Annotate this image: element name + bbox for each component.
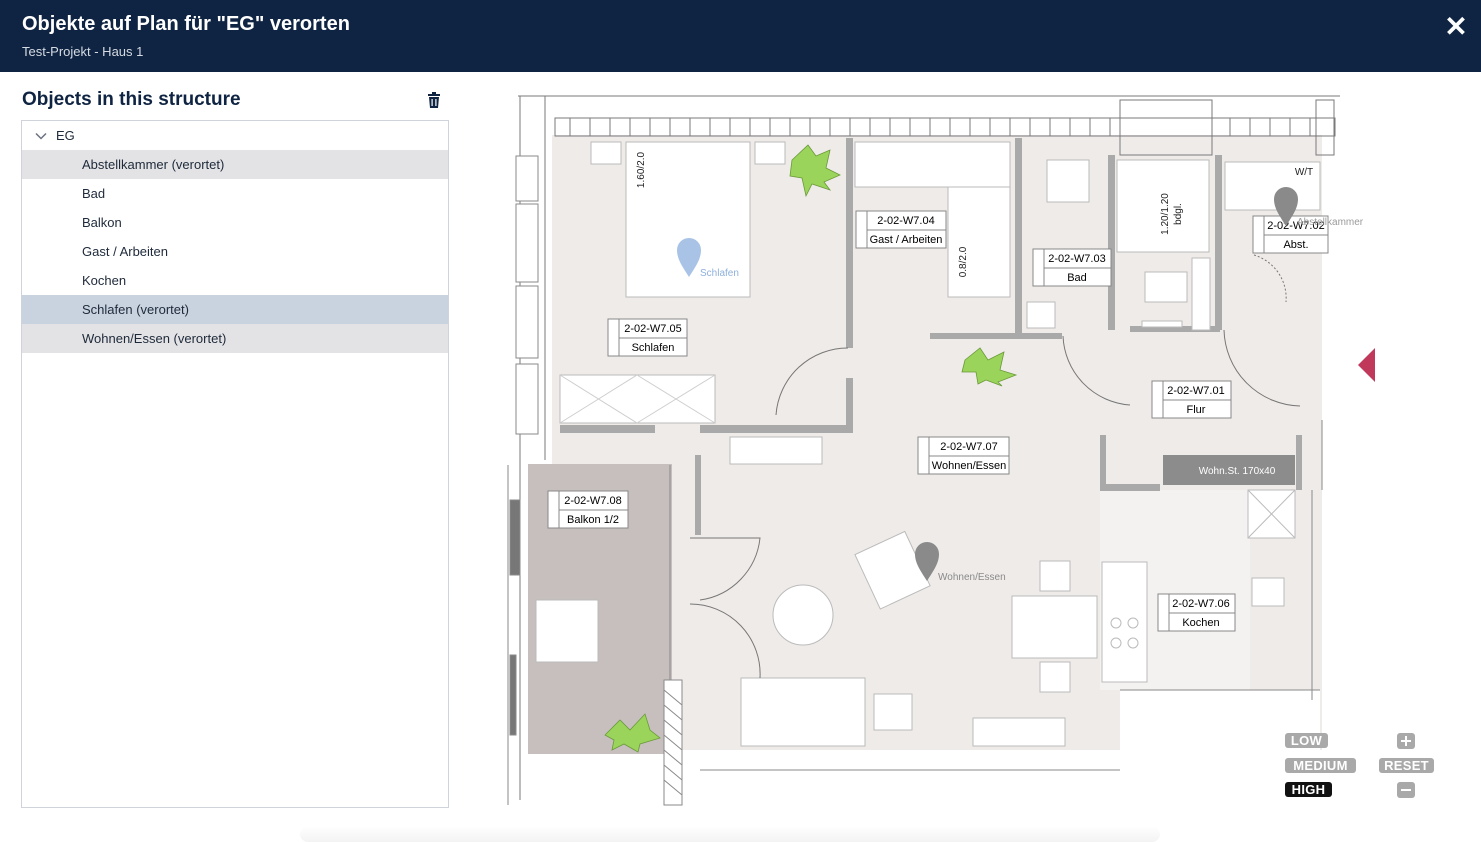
room-tag[interactable]: 2-02-W7.05 Schlafen (607, 318, 688, 357)
room-name: Wohnen/Essen (932, 460, 1006, 472)
tree-item-bad[interactable]: Bad (22, 179, 448, 208)
tree-item-label: Kochen (82, 273, 127, 288)
room-name: Balkon 1/2 (567, 514, 619, 526)
tree-item-schlafen[interactable]: Schlafen (verortet) (22, 295, 448, 324)
tree-item-label: Schlafen (verortet) (82, 302, 189, 317)
tree-root-eg[interactable]: EG (22, 121, 448, 150)
room-number: 2-02-W7.08 (564, 495, 621, 507)
shower-size-label: 1.20/1.20 (1160, 193, 1171, 235)
zoom-in-button[interactable] (1397, 733, 1415, 749)
tree-root-label: EG (56, 128, 75, 143)
chevron-down-icon[interactable] (34, 129, 48, 143)
bed-size-label: 1.60/2.0 (636, 151, 647, 188)
zoom-out-button[interactable] (1397, 782, 1415, 798)
room-tag[interactable]: 2-02-W7.04 Gast / Arbeiten (855, 210, 947, 249)
room-number: 2-02-W7.07 (940, 441, 997, 453)
marker-label: Schlafen (700, 268, 739, 279)
quality-medium-button[interactable]: MEDIUM (1285, 758, 1356, 773)
tree-item-wohnen-essen[interactable]: Wohnen/Essen (verortet) (22, 324, 448, 353)
modal-footer (300, 826, 1160, 842)
room-tag[interactable]: 2-02-W7.01 Flur (1151, 380, 1232, 419)
room-number: 2-02-W7.06 (1172, 598, 1229, 610)
wt-label: W/T (1295, 167, 1313, 178)
room-number: 2-02-W7.05 (624, 323, 681, 335)
zoom-reset-button[interactable]: RESET (1379, 758, 1434, 773)
room-tag[interactable]: 2-02-W7.07 Wohnen/Essen (917, 436, 1010, 475)
guest-bed-size-label: 0.8/2.0 (958, 246, 969, 277)
marker-label: Abstellkammer (1297, 217, 1364, 228)
tree-item-label: Bad (82, 186, 106, 201)
room-number: 2-02-W7.01 (1167, 385, 1224, 397)
tree-item-abstellkammer[interactable]: Abstellkammer (verortet) (22, 150, 448, 179)
room-tag[interactable]: 2-02-W7.08 Balkon 1/2 (547, 490, 629, 529)
room-tag[interactable]: 2-02-W7.06 Kochen (1157, 593, 1236, 632)
modal-subtitle: Test-Projekt - Haus 1 (22, 44, 144, 59)
tree-item-label: Abstellkammer (verortet) (82, 157, 225, 172)
tree-item-label: Gast / Arbeiten (82, 244, 168, 259)
entrance-arrow-icon (1358, 348, 1375, 382)
marker-label: Wohnen/Essen (938, 572, 1006, 583)
quality-low-button[interactable]: LOW (1285, 733, 1328, 748)
room-number: 2-02-W7.03 (1048, 253, 1105, 265)
room-name: Gast / Arbeiten (870, 234, 943, 246)
tree-item-label: Wohnen/Essen (verortet) (82, 331, 227, 346)
tree-item-kochen[interactable]: Kochen (22, 266, 448, 295)
floor-plan[interactable]: Wohn.St. 170x40 1.60/2.0 0.8/2.0 1.20/1.… (505, 92, 1385, 808)
close-icon[interactable]: ✕ (1442, 13, 1470, 41)
tree-item-balkon[interactable]: Balkon (22, 208, 448, 237)
room-name: Bad (1067, 272, 1087, 284)
minus-icon (1401, 789, 1411, 791)
tree-item-label: Balkon (82, 215, 122, 230)
room-name: Abst. (1283, 239, 1308, 251)
quality-high-button[interactable]: HIGH (1285, 782, 1332, 797)
wohn-st-label: Wohn.St. 170x40 (1199, 466, 1276, 477)
trash-icon[interactable] (424, 90, 444, 110)
object-tree: EG Abstellkammer (verortet) Bad Balkon G… (21, 120, 449, 808)
tree-item-gast-arbeiten[interactable]: Gast / Arbeiten (22, 237, 448, 266)
room-name: Flur (1187, 404, 1206, 416)
modal-header: Objekte auf Plan für "EG" verorten Test-… (0, 0, 1481, 72)
panel-title: Objects in this structure (22, 89, 241, 110)
room-name: Schlafen (632, 342, 675, 354)
shower-note-label: bdgl. (1173, 203, 1184, 225)
plus-icon (1401, 736, 1411, 746)
room-tag[interactable]: 2-02-W7.03 Bad (1032, 248, 1112, 287)
room-number: 2-02-W7.04 (877, 215, 934, 227)
room-name: Kochen (1182, 617, 1219, 629)
modal-title: Objekte auf Plan für "EG" verorten (22, 13, 350, 35)
